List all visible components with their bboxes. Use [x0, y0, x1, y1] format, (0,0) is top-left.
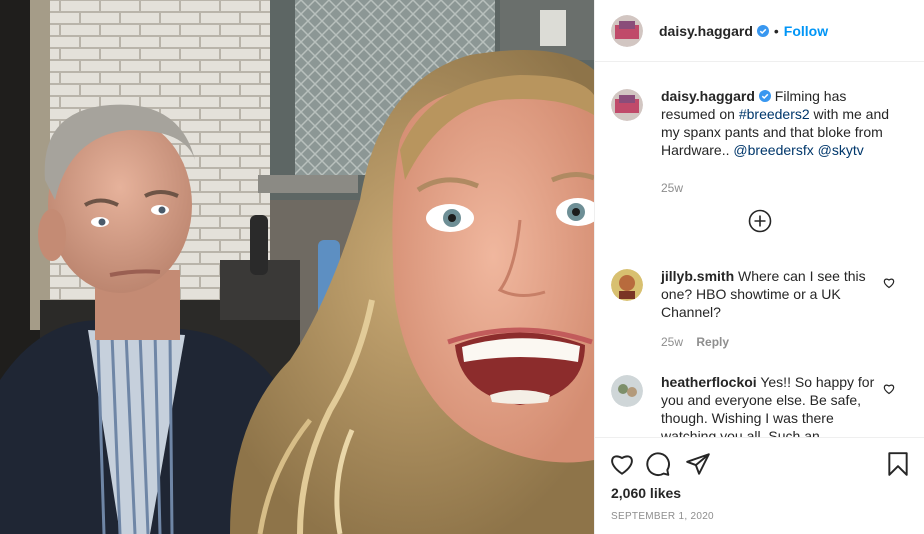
caption-meta: 25w	[661, 179, 891, 197]
mention-link[interactable]: @skytv	[818, 142, 864, 158]
comment-meta: 25w Reply	[661, 333, 891, 351]
comment-item: heatherflockoi Yes!! So happy for you an…	[611, 373, 911, 437]
comment-item: jillyb.smith Where can I see this one? H…	[611, 267, 911, 351]
post-side-panel: daisy.haggard • Follow daisy.haggard Fil…	[594, 0, 924, 534]
heart-icon[interactable]	[609, 451, 635, 477]
comment-body: heatherflockoi Yes!! So happy for you an…	[661, 373, 891, 437]
commenter-avatar[interactable]	[611, 269, 643, 301]
avatar-image	[611, 375, 643, 407]
verified-icon	[756, 24, 769, 37]
bookmark-icon[interactable]	[885, 451, 911, 477]
comment-body: jillyb.smith Where can I see this one? H…	[661, 267, 891, 351]
verified-icon	[758, 90, 771, 102]
likes-count[interactable]: 2,060 likes	[611, 485, 681, 501]
comment-age[interactable]: 25w	[661, 335, 683, 349]
reply-button[interactable]: Reply	[696, 335, 729, 349]
comment-username[interactable]: heatherflockoi	[661, 374, 757, 390]
comments-list[interactable]: daisy.haggard Filming has resumed on #br…	[595, 62, 924, 437]
author-avatar[interactable]	[611, 14, 643, 47]
avatar-image	[611, 89, 643, 121]
caption-username[interactable]: daisy.haggard	[661, 88, 755, 104]
heart-icon[interactable]	[883, 277, 895, 289]
heart-icon[interactable]	[883, 383, 895, 395]
avatar-image	[611, 14, 643, 47]
commenter-avatar[interactable]	[611, 375, 643, 407]
comment-username[interactable]: jillyb.smith	[661, 268, 734, 284]
share-icon[interactable]	[685, 451, 711, 477]
post-date[interactable]: SEPTEMBER 1, 2020	[611, 511, 714, 522]
instagram-post: daisy.haggard • Follow daisy.haggard Fil…	[0, 0, 924, 534]
comment-icon[interactable]	[645, 451, 671, 477]
avatar-image	[611, 269, 643, 301]
hashtag-link[interactable]: #breeders2	[739, 106, 810, 122]
post-photo[interactable]	[0, 0, 594, 534]
caption: daisy.haggard Filming has resumed on #br…	[611, 87, 911, 197]
load-more-icon[interactable]	[748, 209, 772, 233]
caption-body: daisy.haggard Filming has resumed on #br…	[661, 87, 891, 197]
post-actions: 2,060 likes SEPTEMBER 1, 2020	[595, 437, 924, 534]
separator-dot: •	[773, 22, 779, 39]
caption-age[interactable]: 25w	[661, 181, 683, 195]
post-header: daisy.haggard • Follow	[595, 0, 924, 62]
selfie-image	[0, 0, 594, 534]
caption-avatar[interactable]	[611, 89, 643, 121]
mention-link[interactable]: @breedersfx	[733, 142, 813, 158]
author-username[interactable]: daisy.haggard	[659, 23, 753, 39]
follow-button[interactable]: Follow	[784, 23, 828, 39]
